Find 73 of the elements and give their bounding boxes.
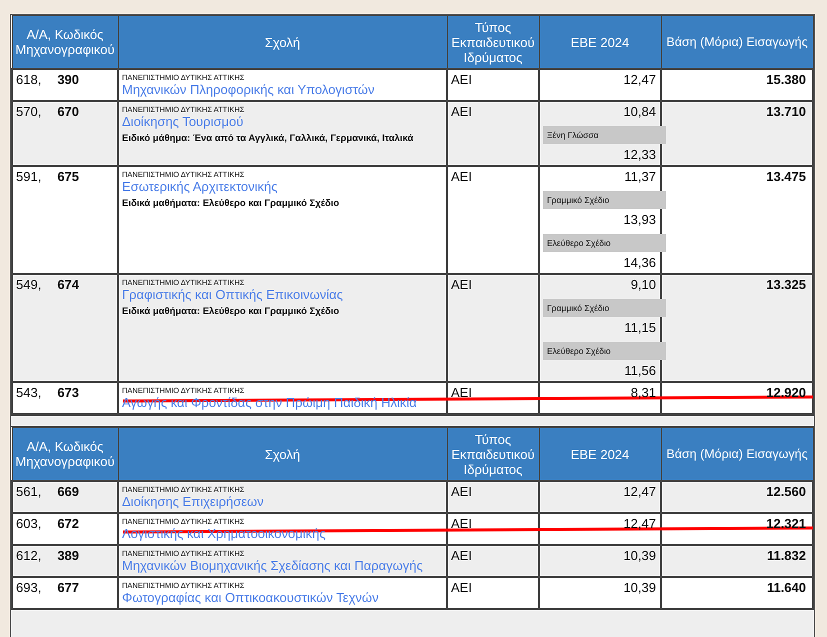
- subject-label: Γραμμικό Σχέδιο: [543, 191, 666, 209]
- institution-type: ΑΕΙ: [451, 169, 472, 184]
- program-code: 675: [57, 169, 80, 184]
- program-code: 389: [57, 548, 80, 563]
- institution-type: ΑΕΙ: [451, 484, 472, 499]
- column-header: Σχολή: [118, 428, 447, 481]
- admission-score: 11.832: [766, 548, 806, 563]
- institution-type: ΑΕΙ: [451, 385, 472, 400]
- ebe-value: 12,47: [623, 72, 656, 87]
- ebe-value: 11,37: [624, 169, 656, 184]
- column-header: Τύπος Εκπαιδευτικού Ιδρύματος: [447, 428, 539, 481]
- column-header: Α/Α, Κωδικός Μηχανογραφικού: [12, 428, 118, 481]
- row-number: 549,: [16, 277, 42, 292]
- column-header: Βάση (Μόρια) Εισαγωγής: [661, 16, 813, 69]
- ebe-value: 9,10: [630, 277, 656, 292]
- ebe-value: 10,39: [623, 548, 656, 563]
- institution-type: ΑΕΙ: [451, 516, 472, 531]
- school-link[interactable]: Διοίκησης Επιχειρήσεων: [122, 494, 264, 509]
- school-link[interactable]: Εσωτερικής Αρχιτεκτονικής: [122, 179, 278, 194]
- row-number: 570,: [16, 104, 42, 119]
- ebe-value: 10,84: [623, 104, 656, 119]
- ebe-value: 12,47: [623, 516, 656, 531]
- school-link[interactable]: Διοίκησης Τουρισμού: [122, 114, 244, 129]
- column-header: Βάση (Μόρια) Εισαγωγής: [661, 428, 813, 481]
- column-header: Α/Α, Κωδικός Μηχανογραφικού: [12, 16, 118, 69]
- institution-type: ΑΕΙ: [451, 72, 472, 87]
- ebe-value: 12,33: [623, 147, 656, 162]
- program-code: 672: [57, 516, 80, 531]
- row-number: 603,: [16, 516, 42, 531]
- admission-score: 12.560: [766, 484, 806, 499]
- ebe-value: 10,39: [623, 580, 656, 595]
- program-code: 669: [57, 484, 80, 499]
- school-link[interactable]: Φωτογραφίας και Οπτικοακουστικών Τεχνών: [122, 590, 379, 605]
- ebe-value: 13,93: [623, 212, 656, 227]
- school-link[interactable]: Μηχανικών Βιομηχανικής Σχεδίασης και Παραγωγής: [122, 558, 423, 573]
- special-subject-note: Ειδικό μάθημα: Ένα από τα Αγγλικά, Γαλλικά, Γερμανικά, Ιταλικά: [122, 132, 414, 146]
- column-header: ΕΒΕ 2024: [539, 428, 661, 481]
- school-link[interactable]: Γραφιστικής και Οπτικής Επικοινωνίας: [122, 287, 343, 302]
- column-header: ΕΒΕ 2024: [539, 16, 661, 69]
- institution-type: ΑΕΙ: [451, 548, 472, 563]
- admission-score: 13.475: [766, 169, 806, 184]
- admission-score: 13.325: [766, 277, 806, 292]
- row-number: 561,: [16, 484, 42, 499]
- row-number: 591,: [16, 169, 42, 184]
- subject-label: Γραμμικό Σχέδιο: [543, 299, 666, 317]
- row-number: 612,: [16, 548, 42, 563]
- admission-score: 13.710: [766, 104, 806, 119]
- program-code: 674: [57, 277, 80, 292]
- institution-type: ΑΕΙ: [451, 580, 472, 595]
- row-number: 618,: [16, 72, 42, 87]
- program-code: 390: [57, 72, 80, 87]
- ebe-value: 12,47: [623, 484, 656, 499]
- subject-label: Ελεύθερο Σχέδιο: [543, 342, 666, 360]
- subject-label: Ελεύθερο Σχέδιο: [543, 234, 666, 252]
- program-code: 677: [57, 580, 80, 595]
- special-subject-note: Ειδικά μαθήματα: Ελεύθερο και Γραμμικό Σχέδιο: [122, 197, 340, 211]
- row-number: 693,: [16, 580, 42, 595]
- institution-type: ΑΕΙ: [451, 277, 472, 292]
- institution-type: ΑΕΙ: [451, 104, 472, 119]
- school-link[interactable]: Μηχανικών Πληροφορικής και Υπολογιστών: [122, 82, 374, 97]
- program-code: 673: [57, 385, 80, 400]
- admission-score: 11.640: [766, 580, 806, 595]
- program-code: 670: [57, 104, 80, 119]
- ebe-value: 11,15: [624, 320, 656, 335]
- column-header: Σχολή: [118, 16, 447, 69]
- ebe-value: 14,36: [623, 255, 656, 270]
- row-number: 543,: [16, 385, 42, 400]
- column-header: Τύπος Εκπαιδευτικού Ιδρύματος: [447, 16, 539, 69]
- ebe-value: 11,56: [624, 363, 656, 378]
- admission-score: 15.380: [766, 72, 806, 87]
- ebe-value: 8,31: [630, 385, 656, 400]
- special-subject-note: Ειδικά μαθήματα: Ελεύθερο και Γραμμικό Σχέδιο: [122, 305, 340, 319]
- subject-label: Ξένη Γλώσσα: [543, 126, 666, 144]
